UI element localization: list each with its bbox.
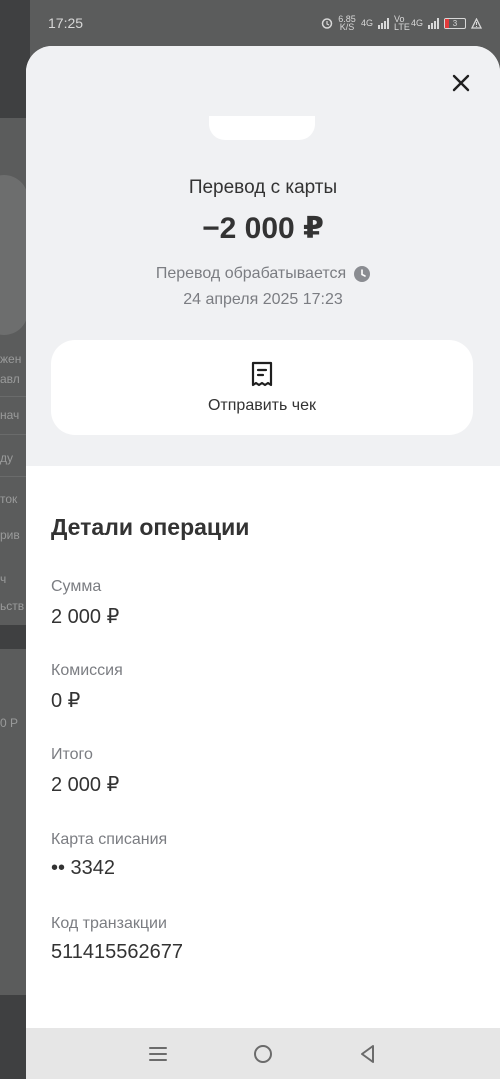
receipt-icon	[251, 361, 273, 386]
close-button[interactable]	[448, 70, 474, 96]
background-divider	[0, 434, 26, 435]
operation-title: Перевод с карты	[188, 177, 338, 198]
detail-label: Комиссия	[51, 662, 123, 679]
menu-icon	[149, 1046, 168, 1061]
net-speed: 6.85 K/S	[338, 14, 356, 32]
detail-value: 511415562677	[51, 941, 183, 963]
background-text: нач	[0, 408, 20, 422]
detail-label: Сумма	[51, 578, 102, 595]
background-text: ток	[0, 492, 18, 506]
home-button[interactable]	[249, 1040, 277, 1068]
operation-status: Перевод обрабатывается	[26, 265, 500, 283]
status-bar: 17:25 6.85 K/S 4G Vo LTE 4G 3	[30, 0, 500, 46]
detail-value: 2 000 ₽	[51, 606, 120, 628]
operation-header: Перевод с карты −2 000 ₽ Перевод обрабат…	[26, 46, 500, 466]
background-divider	[0, 396, 26, 397]
background-text: авл	[0, 372, 20, 386]
receipt-tab	[209, 116, 315, 140]
detail-label: Итого	[51, 746, 93, 763]
detail-label: Карта списания	[51, 831, 168, 848]
send-receipt-button[interactable]: Отправить чек	[51, 340, 473, 435]
alert-icon	[471, 17, 482, 29]
detail-commission: Комиссия 0 ₽	[51, 662, 123, 713]
background-text: ду	[0, 451, 14, 465]
recents-button[interactable]	[144, 1040, 172, 1068]
detail-value: •• 3342	[51, 857, 116, 879]
detail-amount: Сумма 2 000 ₽	[51, 578, 119, 629]
system-nav-bar	[26, 1028, 500, 1079]
detail-value: 2 000 ₽	[51, 774, 120, 796]
status-text: Перевод обрабатывается	[155, 265, 347, 282]
operation-amount: −2 000 ₽	[202, 212, 324, 245]
detail-transaction-code: Код транзакции 511415562677	[51, 915, 183, 964]
detail-label: Код транзакции	[51, 915, 167, 932]
background-text: 0 Р	[0, 716, 19, 730]
close-icon	[452, 74, 470, 92]
background-text: жен	[0, 352, 22, 366]
background-text: рив	[0, 528, 20, 542]
home-icon	[253, 1044, 272, 1063]
back-button[interactable]	[354, 1040, 382, 1068]
alarm-icon	[321, 18, 333, 29]
volte-label: Vo LTE	[393, 14, 410, 32]
operation-sheet: Перевод с карты −2 000 ₽ Перевод обрабат…	[26, 46, 500, 1079]
battery-icon: 3	[444, 17, 466, 29]
signal-icon	[428, 17, 439, 29]
background-divider	[0, 476, 26, 477]
status-icons: 6.85 K/S 4G Vo LTE 4G 3	[321, 14, 482, 32]
background-text: ч	[0, 572, 7, 586]
status-time: 17:25	[48, 15, 84, 31]
details-title: Детали операции	[51, 514, 250, 540]
detail-card: Карта списания •• 3342	[51, 831, 167, 880]
detail-total: Итого 2 000 ₽	[51, 746, 119, 797]
clock-icon	[354, 266, 371, 282]
detail-value: 0 ₽	[51, 690, 81, 712]
background-avatar	[0, 175, 28, 335]
signal-icon	[377, 17, 389, 29]
network-label: 4G	[410, 18, 423, 28]
send-receipt-label: Отправить чек	[207, 396, 316, 414]
operation-date: 24 апреля 2025 17:23	[183, 291, 343, 308]
background-text: ьств	[0, 599, 25, 613]
back-icon	[360, 1044, 374, 1063]
network-label: 4G	[360, 18, 373, 28]
